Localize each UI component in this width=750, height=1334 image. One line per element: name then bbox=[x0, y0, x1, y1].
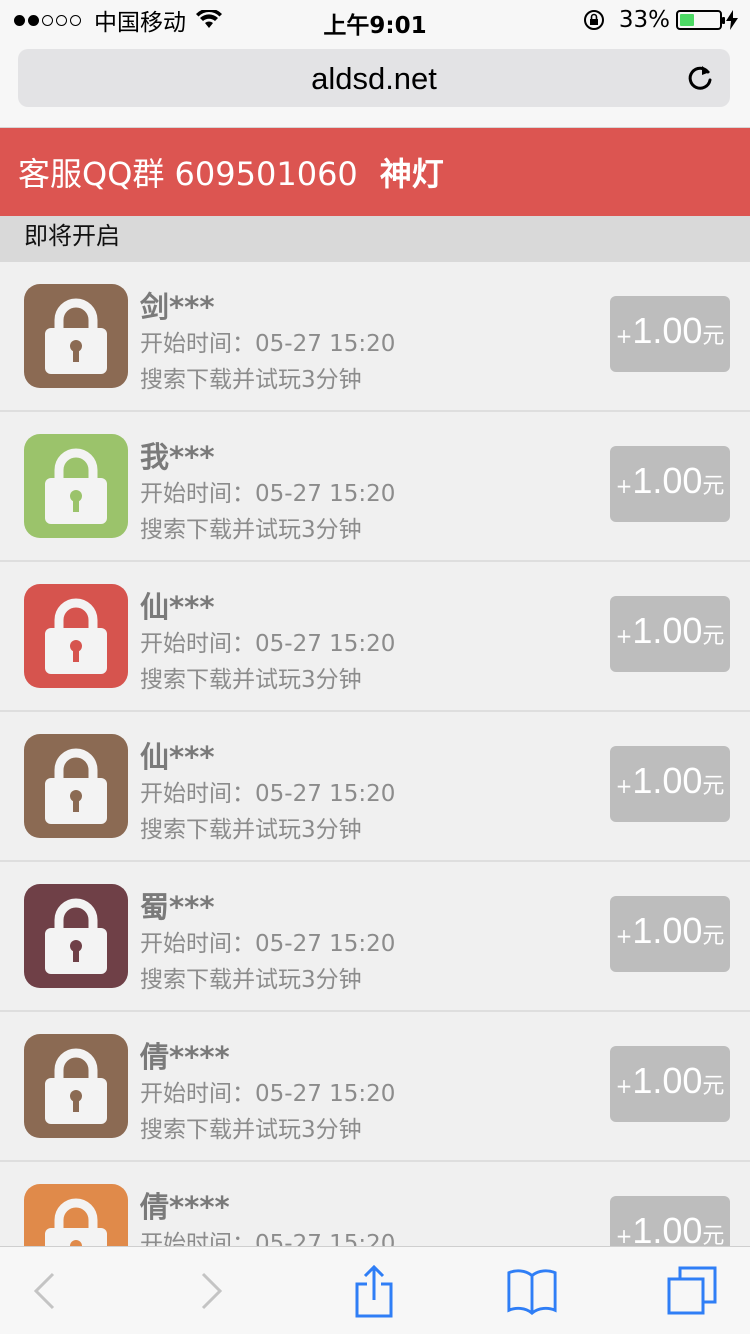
app-icon[interactable] bbox=[24, 734, 128, 838]
lock-icon bbox=[45, 298, 107, 374]
reward-amount: 1.00 bbox=[632, 760, 703, 801]
reward-plus: + bbox=[615, 1074, 633, 1098]
lock-icon bbox=[45, 448, 107, 524]
reward-unit: 元 bbox=[702, 474, 725, 499]
reward-button[interactable]: + 1.00 元 bbox=[610, 1196, 730, 1246]
start-time: 开始时间：05-27 15:20 bbox=[140, 1231, 396, 1246]
task-row[interactable]: 仙*** 开始时间：05-27 15:20 搜索下载并试玩3分钟 + 1.00 … bbox=[0, 712, 750, 862]
reward-unit: 元 bbox=[702, 774, 725, 799]
app-name: 倩**** bbox=[140, 1190, 230, 1224]
section-header: 即将开启 bbox=[0, 216, 750, 262]
start-time: 开始时间：05-27 15:20 bbox=[140, 1081, 396, 1107]
app-name: 倩**** bbox=[140, 1040, 230, 1074]
task-row[interactable]: 我*** 开始时间：05-27 15:20 搜索下载并试玩3分钟 + 1.00 … bbox=[0, 412, 750, 562]
reward-plus: + bbox=[615, 324, 633, 348]
task-description: 搜索下载并试玩3分钟 bbox=[140, 367, 362, 393]
back-button[interactable] bbox=[18, 1265, 70, 1317]
app-icon[interactable] bbox=[24, 1184, 128, 1246]
status-right: 33% bbox=[583, 6, 738, 34]
lock-icon bbox=[45, 1048, 107, 1124]
address-bar-area: aldsd.net bbox=[0, 40, 750, 128]
reward-button[interactable]: + 1.00 元 bbox=[610, 746, 730, 822]
app-icon[interactable] bbox=[24, 434, 128, 538]
tabs-icon bbox=[667, 1266, 717, 1315]
support-banner: 客服QQ群 609501060 神灯 bbox=[0, 128, 750, 216]
app-name: 蜀*** bbox=[140, 890, 215, 924]
bookmarks-button[interactable] bbox=[506, 1265, 558, 1317]
reward-unit: 元 bbox=[702, 624, 725, 649]
orientation-lock-icon bbox=[583, 10, 604, 30]
reward-button[interactable]: + 1.00 元 bbox=[610, 1046, 730, 1122]
bookmarks-icon bbox=[507, 1269, 557, 1315]
task-description: 搜索下载并试玩3分钟 bbox=[140, 667, 362, 693]
url-text[interactable]: aldsd.net bbox=[18, 61, 730, 97]
charging-icon bbox=[726, 10, 738, 30]
reward-plus: + bbox=[615, 774, 633, 798]
share-icon bbox=[355, 1264, 393, 1318]
reward-amount: 1.00 bbox=[632, 610, 703, 651]
battery-percent: 33% bbox=[618, 7, 670, 33]
reload-icon[interactable] bbox=[684, 62, 716, 94]
task-description: 搜索下载并试玩3分钟 bbox=[140, 517, 362, 543]
browser-toolbar bbox=[0, 1246, 750, 1334]
reward-unit: 元 bbox=[702, 324, 725, 349]
app-name: 仙*** bbox=[140, 740, 215, 774]
lock-icon bbox=[45, 748, 107, 824]
start-time: 开始时间：05-27 15:20 bbox=[140, 631, 396, 657]
lock-icon bbox=[45, 1198, 107, 1246]
reward-button[interactable]: + 1.00 元 bbox=[610, 296, 730, 372]
address-bar[interactable]: aldsd.net bbox=[18, 49, 730, 107]
start-time: 开始时间：05-27 15:20 bbox=[140, 931, 396, 957]
task-description: 搜索下载并试玩3分钟 bbox=[140, 1117, 362, 1143]
status-bar: 中国移动 上午9:01 33% bbox=[0, 0, 750, 40]
forward-icon bbox=[201, 1272, 223, 1310]
share-button[interactable] bbox=[348, 1264, 400, 1318]
app-icon[interactable] bbox=[24, 884, 128, 988]
reward-amount: 1.00 bbox=[632, 310, 703, 351]
start-time: 开始时间：05-27 15:20 bbox=[140, 331, 396, 357]
app-name: 剑*** bbox=[140, 290, 215, 324]
reward-amount: 1.00 bbox=[632, 910, 703, 951]
reward-amount: 1.00 bbox=[632, 1060, 703, 1101]
task-row[interactable]: 倩**** 开始时间：05-27 15:20 搜索下载并试玩3分钟 + 1.00… bbox=[0, 1012, 750, 1162]
reward-plus: + bbox=[615, 1224, 633, 1246]
task-description: 搜索下载并试玩3分钟 bbox=[140, 967, 362, 993]
app-icon[interactable] bbox=[24, 584, 128, 688]
reward-unit: 元 bbox=[702, 1074, 725, 1099]
forward-button[interactable] bbox=[186, 1265, 238, 1317]
reward-unit: 元 bbox=[702, 1224, 725, 1246]
brand-name: 神灯 bbox=[379, 155, 444, 193]
reward-plus: + bbox=[615, 474, 633, 498]
app-name: 我*** bbox=[140, 440, 215, 474]
reward-amount: 1.00 bbox=[632, 460, 703, 501]
app-icon[interactable] bbox=[24, 284, 128, 388]
lock-icon bbox=[45, 598, 107, 674]
reward-button[interactable]: + 1.00 元 bbox=[610, 896, 730, 972]
tabs-button[interactable] bbox=[666, 1265, 718, 1317]
app-name: 仙*** bbox=[140, 590, 215, 624]
task-description: 搜索下载并试玩3分钟 bbox=[140, 817, 362, 843]
battery-icon bbox=[676, 10, 725, 30]
task-row[interactable]: 蜀*** 开始时间：05-27 15:20 搜索下载并试玩3分钟 + 1.00 … bbox=[0, 862, 750, 1012]
task-list: 剑*** 开始时间：05-27 15:20 搜索下载并试玩3分钟 + 1.00 … bbox=[0, 262, 750, 1246]
reward-amount: 1.00 bbox=[632, 1210, 703, 1246]
task-row[interactable]: 仙*** 开始时间：05-27 15:20 搜索下载并试玩3分钟 + 1.00 … bbox=[0, 562, 750, 712]
lock-icon bbox=[45, 898, 107, 974]
start-time: 开始时间：05-27 15:20 bbox=[140, 781, 396, 807]
reward-unit: 元 bbox=[702, 924, 725, 949]
reward-plus: + bbox=[615, 624, 633, 648]
task-row[interactable]: 倩**** 开始时间：05-27 15:20 搜索下载并试玩3分钟 + 1.00… bbox=[0, 1162, 750, 1246]
reward-button[interactable]: + 1.00 元 bbox=[610, 446, 730, 522]
reward-plus: + bbox=[615, 924, 633, 948]
task-row[interactable]: 剑*** 开始时间：05-27 15:20 搜索下载并试玩3分钟 + 1.00 … bbox=[0, 262, 750, 412]
support-group-text: 客服QQ群 609501060 bbox=[18, 155, 358, 193]
reward-button[interactable]: + 1.00 元 bbox=[610, 596, 730, 672]
back-icon bbox=[33, 1272, 55, 1310]
start-time: 开始时间：05-27 15:20 bbox=[140, 481, 396, 507]
app-icon[interactable] bbox=[24, 1034, 128, 1138]
